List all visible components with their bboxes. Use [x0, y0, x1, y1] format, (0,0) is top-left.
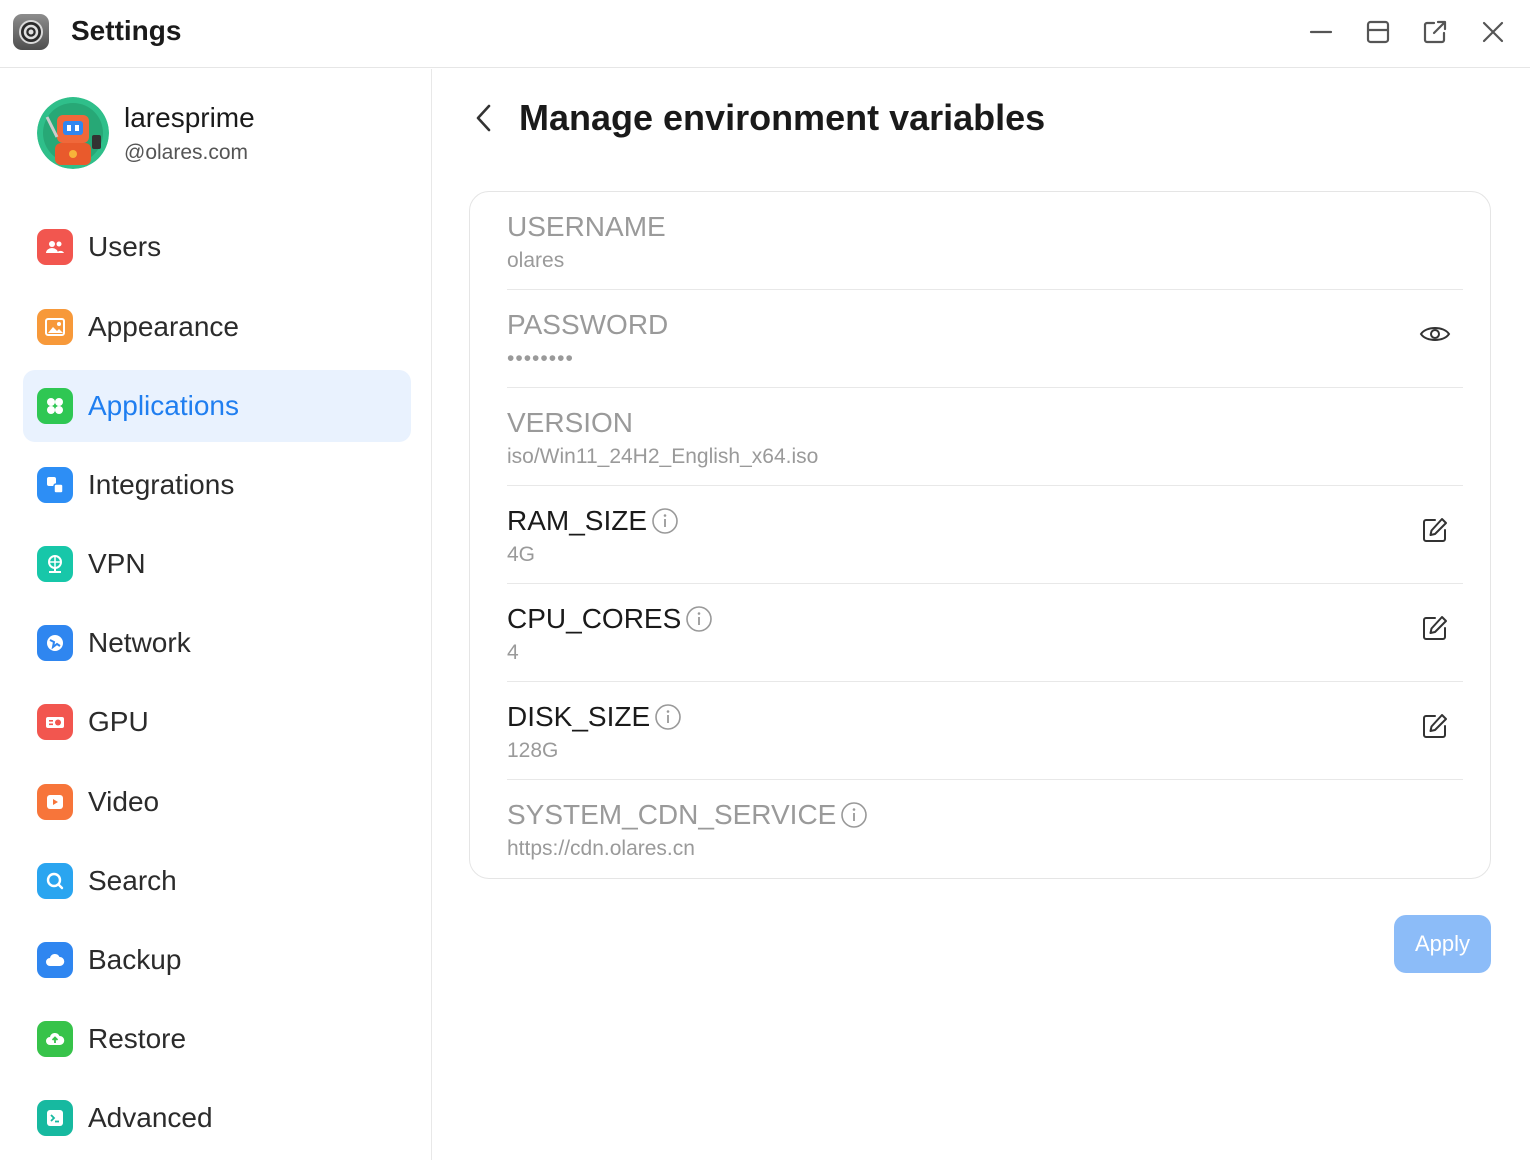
sidebar-item-label: Appearance	[88, 311, 240, 342]
env-key-label: PASSWORD	[507, 309, 669, 340]
sidebar-item-search[interactable]: Search	[23, 845, 411, 917]
info-icon[interactable]	[654, 703, 682, 731]
env-row-ram-size: RAM_SIZE 4G	[507, 486, 1463, 584]
env-key: VERSION	[507, 406, 633, 440]
sidebar-item-network[interactable]: Network	[23, 607, 411, 679]
env-row-version: VERSION iso/Win11_24H2_English_x64.iso	[507, 388, 1463, 486]
sidebar-item-gpu[interactable]: GPU	[23, 686, 411, 758]
title-bar: Settings	[0, 0, 1530, 68]
sidebar-item-label: Integrations	[88, 469, 235, 500]
env-key: DISK_SIZE	[507, 700, 682, 734]
network-icon	[37, 625, 73, 661]
avatar[interactable]	[37, 97, 109, 169]
env-value: https://cdn.olares.cn	[507, 837, 695, 860]
sidebar-item-label: Backup	[88, 944, 182, 975]
sidebar-item-label: GPU	[88, 706, 149, 737]
info-icon[interactable]	[685, 605, 713, 633]
sidebar-item-label: Advanced	[88, 1102, 213, 1133]
backup-icon	[37, 942, 73, 978]
env-value: 4	[507, 641, 519, 664]
env-key-label: CPU_CORES	[507, 603, 682, 634]
chevron-left-icon	[476, 104, 491, 132]
sidebar: laresprime @olares.com Users Appearance …	[0, 69, 432, 1160]
advanced-icon	[37, 1100, 73, 1136]
sidebar-item-video[interactable]: Video	[23, 766, 411, 838]
env-row-system-cdn-service: SYSTEM_CDN_SERVICE https://cdn.olares.cn	[507, 780, 1463, 878]
env-value: ••••••••	[507, 347, 574, 370]
env-key: USERNAME	[507, 210, 666, 244]
settings-app-icon	[13, 14, 49, 50]
sidebar-item-vpn[interactable]: VPN	[23, 528, 411, 600]
env-key-label: RAM_SIZE	[507, 505, 648, 536]
user-name: laresprime	[124, 102, 255, 133]
user-domain: @olares.com	[124, 141, 249, 164]
env-row-password: PASSWORD ••••••••	[507, 290, 1463, 388]
sidebar-item-label: Restore	[88, 1023, 187, 1054]
integrations-icon	[37, 467, 73, 503]
maximize-icon[interactable]	[1360, 14, 1396, 50]
sidebar-item-label: Applications	[88, 390, 239, 421]
info-icon[interactable]	[840, 801, 868, 829]
env-row-cpu-cores: CPU_CORES 4	[507, 584, 1463, 682]
back-button[interactable]	[466, 98, 502, 138]
window-title: Settings	[71, 15, 182, 46]
env-value: 128G	[507, 739, 559, 762]
env-key: CPU_CORES	[507, 602, 713, 636]
sidebar-item-backup[interactable]: Backup	[23, 924, 411, 996]
edit-icon[interactable]	[1417, 708, 1453, 744]
env-key: SYSTEM_CDN_SERVICE	[507, 798, 868, 832]
close-icon[interactable]	[1475, 14, 1511, 50]
users-icon	[37, 229, 73, 265]
eye-icon[interactable]	[1417, 316, 1453, 352]
search-icon	[37, 863, 73, 899]
sidebar-item-integrations[interactable]: Integrations	[23, 449, 411, 521]
sidebar-item-users[interactable]: Users	[23, 211, 411, 283]
sidebar-item-advanced[interactable]: Advanced	[23, 1082, 411, 1154]
env-row-disk-size: DISK_SIZE 128G	[507, 682, 1463, 780]
restore-icon	[37, 1021, 73, 1057]
sidebar-item-restore[interactable]: Restore	[23, 1003, 411, 1075]
info-icon[interactable]	[651, 507, 679, 535]
edit-icon[interactable]	[1417, 512, 1453, 548]
video-icon	[37, 784, 73, 820]
env-key: RAM_SIZE	[507, 504, 679, 538]
apply-button[interactable]: Apply	[1394, 915, 1491, 973]
env-variables-card: USERNAME olares PASSWORD •••••••• VERSIO…	[469, 191, 1491, 879]
env-value: iso/Win11_24H2_English_x64.iso	[507, 445, 819, 468]
page-title: Manage environment variables	[519, 97, 1046, 138]
env-key-label: SYSTEM_CDN_SERVICE	[507, 799, 837, 830]
env-value: olares	[507, 249, 565, 272]
env-value: 4G	[507, 543, 536, 566]
applications-icon	[37, 388, 73, 424]
sidebar-item-appearance[interactable]: Appearance	[23, 291, 411, 363]
sidebar-item-label: Search	[88, 865, 177, 896]
env-key-label: USERNAME	[507, 211, 666, 242]
env-key-label: VERSION	[507, 407, 634, 438]
sidebar-item-label: Network	[88, 627, 191, 658]
minimize-icon[interactable]	[1303, 14, 1339, 50]
edit-icon[interactable]	[1417, 610, 1453, 646]
env-key-label: DISK_SIZE	[507, 701, 651, 732]
vpn-icon	[37, 546, 73, 582]
popout-icon[interactable]	[1417, 14, 1453, 50]
sidebar-item-label: Users	[88, 231, 162, 262]
env-row-username: USERNAME olares	[507, 192, 1463, 290]
sidebar-item-label: Video	[88, 786, 160, 817]
sidebar-item-applications[interactable]: Applications	[23, 370, 411, 442]
gpu-icon	[37, 704, 73, 740]
env-key: PASSWORD	[507, 308, 668, 342]
sidebar-item-label: VPN	[88, 548, 146, 579]
appearance-icon	[37, 309, 73, 345]
